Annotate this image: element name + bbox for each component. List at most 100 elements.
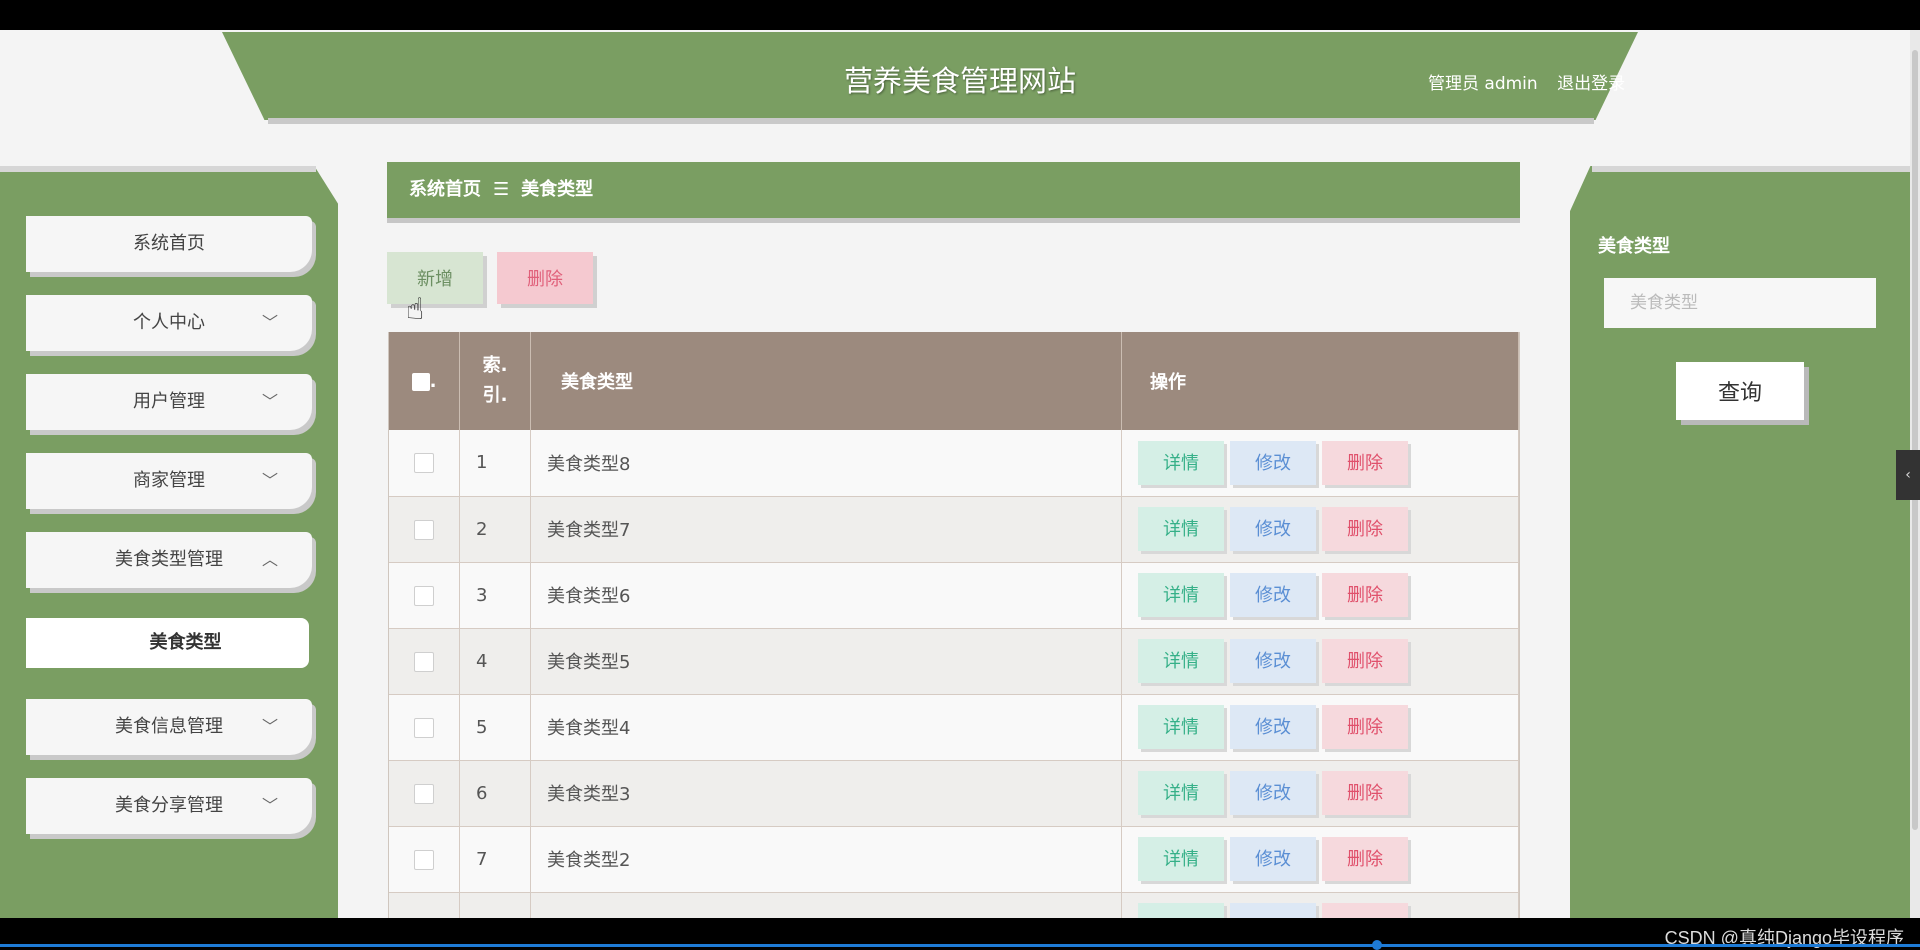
chevron-down-icon: ﹀ xyxy=(261,717,278,736)
sidebar-item-label: 系统首页 xyxy=(133,233,205,254)
row-check-cell xyxy=(389,496,460,562)
detail-button[interactable] xyxy=(1138,903,1224,918)
food-type-search-input[interactable] xyxy=(1604,278,1876,328)
row-index: 1 xyxy=(459,430,531,496)
table-row: 7 美食类型2 详情 修改 删除 xyxy=(389,826,1519,892)
sidebar-item-food-info-management[interactable]: 美食信息管理 ﹀ xyxy=(26,699,312,755)
row-actions: 详情 修改 删除 xyxy=(1121,562,1519,628)
row-checkbox[interactable] xyxy=(414,585,434,606)
row-actions xyxy=(1121,892,1519,918)
page-scrollbar-thumb[interactable] xyxy=(1912,50,1918,830)
query-button[interactable]: 查询 xyxy=(1676,362,1804,420)
food-type-table: . 索. 引. 美食类型 操作 1 美食类型8 详情 修改 删除 2 美食类型7… xyxy=(388,332,1520,918)
sidebar-item-food-type-management[interactable]: 美食类型管理 ︿ xyxy=(26,532,312,588)
header-select-all: . xyxy=(389,332,460,430)
sidebar-item-label: 用户管理 xyxy=(133,391,205,412)
row-actions: 详情 修改 删除 xyxy=(1121,694,1519,760)
detail-button[interactable]: 详情 xyxy=(1138,771,1224,815)
sidebar-subitem-food-type[interactable]: 美食类型 xyxy=(26,618,309,668)
sidebar-subitem-label: 美食类型 xyxy=(149,632,222,653)
header-index-line2: 引. xyxy=(482,385,508,406)
delete-button[interactable]: 删除 xyxy=(1322,440,1408,485)
table-row: 2 美食类型7 详情 修改 删除 xyxy=(389,496,1519,562)
row-check-cell xyxy=(389,694,460,760)
row-checkbox[interactable] xyxy=(414,651,434,672)
detail-button[interactable]: 详情 xyxy=(1138,705,1224,749)
row-index xyxy=(459,892,531,918)
delete-button[interactable] xyxy=(1322,903,1408,918)
header-index-line1: 索. xyxy=(482,355,508,376)
sidebar-item-merchant-management[interactable]: 商家管理 ﹀ xyxy=(26,453,312,509)
header-dot: . xyxy=(429,370,437,392)
delete-button[interactable]: 删除 xyxy=(1322,573,1408,617)
table-row xyxy=(389,892,1519,918)
admin-user-label: 管理员 admin xyxy=(1428,74,1538,94)
header-shadow xyxy=(268,118,1594,124)
delete-button[interactable]: 删除 xyxy=(1322,507,1408,551)
edit-button[interactable] xyxy=(1230,903,1316,918)
chevron-left-icon[interactable]: ‹ xyxy=(1896,450,1920,500)
sidebar-item-personal-center[interactable]: 个人中心 ﹀ xyxy=(26,295,312,351)
edit-button[interactable]: 修改 xyxy=(1230,771,1316,815)
row-check-cell xyxy=(389,892,460,918)
row-index: 4 xyxy=(459,628,531,694)
row-check-cell xyxy=(389,562,460,628)
sidebar-item-home[interactable]: 系统首页 xyxy=(26,216,312,272)
delete-button[interactable]: 删除 xyxy=(1322,705,1408,749)
row-index: 2 xyxy=(459,496,531,562)
window-top-bar xyxy=(0,0,1920,30)
edit-button[interactable]: 修改 xyxy=(1230,507,1316,551)
breadcrumb-home[interactable]: 系统首页 xyxy=(409,179,481,200)
row-check-cell xyxy=(389,430,460,496)
select-all-checkbox[interactable] xyxy=(411,372,430,391)
row-checkbox[interactable] xyxy=(414,849,434,870)
sidebar-item-food-share-management[interactable]: 美食分享管理 ﹀ xyxy=(26,778,312,834)
row-food-type: 美食类型6 xyxy=(530,562,1122,628)
breadcrumb-current: 美食类型 xyxy=(521,179,594,200)
table-row: 3 美食类型6 详情 修改 删除 xyxy=(389,562,1519,628)
row-actions: 详情 修改 删除 xyxy=(1121,496,1519,562)
detail-button[interactable]: 详情 xyxy=(1138,639,1224,683)
sidebar-item-user-management[interactable]: 用户管理 ﹀ xyxy=(26,374,312,430)
row-check-cell xyxy=(389,826,460,892)
left-sidebar-top-edge xyxy=(0,166,316,172)
detail-button[interactable]: 详情 xyxy=(1138,573,1224,617)
edit-button[interactable]: 修改 xyxy=(1230,573,1316,617)
hand-pointer-icon: ☝ xyxy=(406,292,425,327)
user-area: 管理员 admin 退出登录 xyxy=(1428,69,1639,94)
logout-link[interactable]: 退出登录 xyxy=(1557,74,1625,94)
batch-delete-button[interactable]: 删除 xyxy=(497,252,593,304)
detail-button[interactable]: 详情 xyxy=(1138,837,1224,881)
row-index: 7 xyxy=(459,826,531,892)
row-checkbox[interactable] xyxy=(414,453,434,474)
chevron-down-icon: ﹀ xyxy=(261,392,278,411)
row-index: 5 xyxy=(459,694,531,760)
add-button[interactable]: 新增 xyxy=(387,252,483,304)
row-food-type: 美食类型3 xyxy=(530,760,1122,826)
edit-button[interactable]: 修改 xyxy=(1230,837,1316,881)
edit-button[interactable]: 修改 xyxy=(1230,440,1316,485)
chevron-down-icon: ﹀ xyxy=(261,471,278,490)
delete-button[interactable]: 删除 xyxy=(1322,639,1408,683)
table-row: 1 美食类型8 详情 修改 删除 xyxy=(389,430,1519,496)
row-checkbox[interactable] xyxy=(414,519,434,540)
header-index: 索. 引. xyxy=(459,332,531,430)
delete-button[interactable]: 删除 xyxy=(1322,837,1408,881)
row-actions: 详情 修改 删除 xyxy=(1121,760,1519,826)
row-food-type: 美食类型4 xyxy=(530,694,1122,760)
edit-button[interactable]: 修改 xyxy=(1230,705,1316,749)
row-actions: 详情 修改 删除 xyxy=(1121,628,1519,694)
row-index: 6 xyxy=(459,760,531,826)
row-actions: 详情 修改 删除 xyxy=(1121,826,1519,892)
chevron-down-icon: ﹀ xyxy=(261,796,278,815)
detail-button[interactable]: 详情 xyxy=(1138,507,1224,551)
progress-dot xyxy=(1372,940,1382,950)
delete-button[interactable]: 删除 xyxy=(1322,771,1408,815)
edit-button[interactable]: 修改 xyxy=(1230,639,1316,683)
row-checkbox[interactable] xyxy=(414,783,434,804)
table-header-row: . 索. 引. 美食类型 操作 xyxy=(389,332,1519,430)
row-check-cell xyxy=(389,628,460,694)
row-checkbox[interactable] xyxy=(414,717,434,738)
detail-button[interactable]: 详情 xyxy=(1138,440,1224,485)
search-panel-top-edge xyxy=(1592,166,1910,172)
